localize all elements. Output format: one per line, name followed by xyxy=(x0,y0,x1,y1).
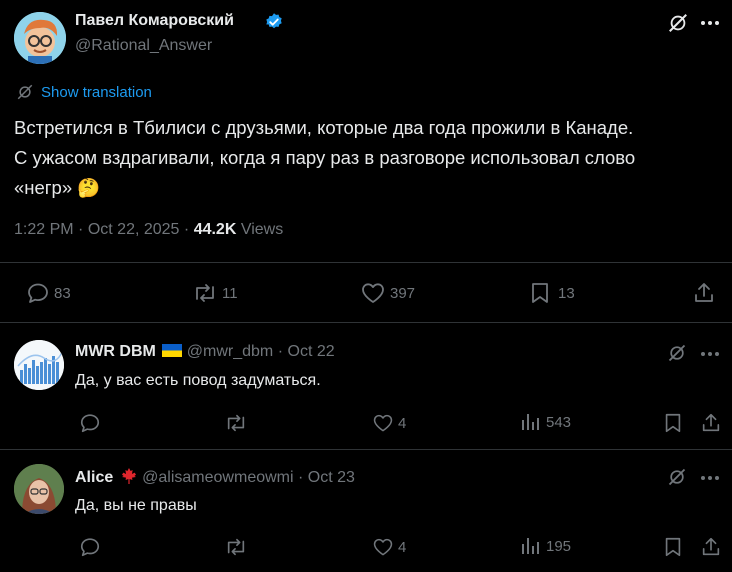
ukraine-flag-icon xyxy=(162,344,183,357)
author-avatar[interactable] xyxy=(14,12,66,64)
divider xyxy=(0,262,732,263)
repost-icon xyxy=(224,536,248,558)
divider xyxy=(0,322,732,323)
views-count: 195 xyxy=(546,537,572,555)
reply-author-name[interactable]: Alice xyxy=(75,469,113,486)
reply-icon xyxy=(79,412,101,434)
show-translation-link[interactable]: Show translation xyxy=(41,84,152,101)
share-icon[interactable] xyxy=(692,281,716,305)
views-count[interactable]: 44.2K xyxy=(194,221,237,238)
reply-icon xyxy=(79,536,101,558)
reply-button[interactable]: 83 xyxy=(22,281,71,305)
reply-date[interactable]: Oct 23 xyxy=(308,469,355,486)
reply-text: Да, у вас есть повод задуматься. xyxy=(75,372,321,389)
post-text: Встретился в Тбилиси с друзьями, которые… xyxy=(14,113,635,203)
thinking-emoji: 🤔 xyxy=(77,177,101,198)
like-count: 4 xyxy=(398,538,407,556)
reply-icon xyxy=(26,281,50,305)
views-count: 543 xyxy=(546,413,572,431)
post-text-line: Встретился в Тбилиси с друзьями, которые… xyxy=(14,117,634,138)
like-count: 397 xyxy=(390,284,416,302)
reply-avatar[interactable] xyxy=(14,464,64,514)
share-icon[interactable] xyxy=(700,412,722,434)
repost-icon xyxy=(192,281,218,305)
repost-button[interactable] xyxy=(220,412,248,434)
like-button[interactable]: 397 xyxy=(356,281,415,305)
like-icon xyxy=(372,412,394,434)
post-date[interactable]: Oct 22, 2025 xyxy=(88,221,180,238)
more-icon[interactable] xyxy=(700,475,720,481)
like-button[interactable]: 4 xyxy=(368,536,406,558)
separator-dot: · xyxy=(183,221,190,238)
reply-button[interactable] xyxy=(75,412,101,434)
more-icon[interactable] xyxy=(700,351,720,357)
grok-icon[interactable] xyxy=(667,12,689,34)
like-button[interactable]: 4 xyxy=(368,412,406,434)
translate-icon xyxy=(16,83,34,101)
reply-button[interactable] xyxy=(75,536,101,558)
views-label: Views xyxy=(240,221,284,238)
author-handle[interactable]: @Rational_Answer xyxy=(75,37,212,55)
repost-count: 11 xyxy=(222,284,238,302)
reply-header: Alice @alisameowmeowmi · Oct 23 xyxy=(75,468,355,487)
maple-leaf-icon xyxy=(120,468,138,484)
like-icon xyxy=(360,281,386,305)
bookmark-icon[interactable] xyxy=(663,412,683,434)
views-icon xyxy=(520,536,540,556)
post-meta: 1:22 PM · Oct 22, 2025 · 44.2K Views xyxy=(14,221,283,239)
reply-date[interactable]: Oct 22 xyxy=(288,343,335,360)
like-count: 4 xyxy=(398,414,407,432)
bookmark-icon xyxy=(530,281,550,305)
repost-button[interactable] xyxy=(220,536,248,558)
reply-author-name[interactable]: MWR DBM xyxy=(75,343,156,360)
grok-icon[interactable] xyxy=(667,467,687,487)
verified-badge-icon xyxy=(264,12,284,32)
reply-handle[interactable]: @mwr_dbm xyxy=(187,343,273,360)
separator-dot: · xyxy=(277,343,284,360)
reply-header: MWR DBM @mwr_dbm · Oct 22 xyxy=(75,343,335,361)
bookmark-count: 13 xyxy=(558,284,575,302)
post-time[interactable]: 1:22 PM xyxy=(14,221,74,238)
like-icon xyxy=(372,536,394,558)
repost-icon xyxy=(224,412,248,434)
author-name[interactable]: Павел Комаровский xyxy=(75,12,234,30)
repost-button[interactable]: 11 xyxy=(188,281,238,305)
bookmark-icon[interactable] xyxy=(663,536,683,558)
divider xyxy=(0,449,732,450)
reply-avatar[interactable] xyxy=(14,340,64,390)
views-icon xyxy=(520,412,540,432)
reply-count: 83 xyxy=(54,284,71,302)
separator-dot: · xyxy=(298,469,304,486)
post-text-line: С ужасом вздрагивали, когда я пару раз в… xyxy=(14,147,636,168)
reply-text: Да, вы не правы xyxy=(75,497,197,514)
bookmark-button[interactable]: 13 xyxy=(526,281,575,305)
post-text-line: «негр» 🤔 xyxy=(14,177,101,198)
grok-icon[interactable] xyxy=(667,343,687,363)
reply-handle[interactable]: @alisameowmeowmi xyxy=(142,469,293,486)
separator-dot: · xyxy=(78,221,84,238)
more-icon[interactable] xyxy=(700,20,720,26)
share-icon[interactable] xyxy=(700,536,722,558)
views-button[interactable]: 195 xyxy=(516,536,571,556)
views-button[interactable]: 543 xyxy=(516,412,571,432)
